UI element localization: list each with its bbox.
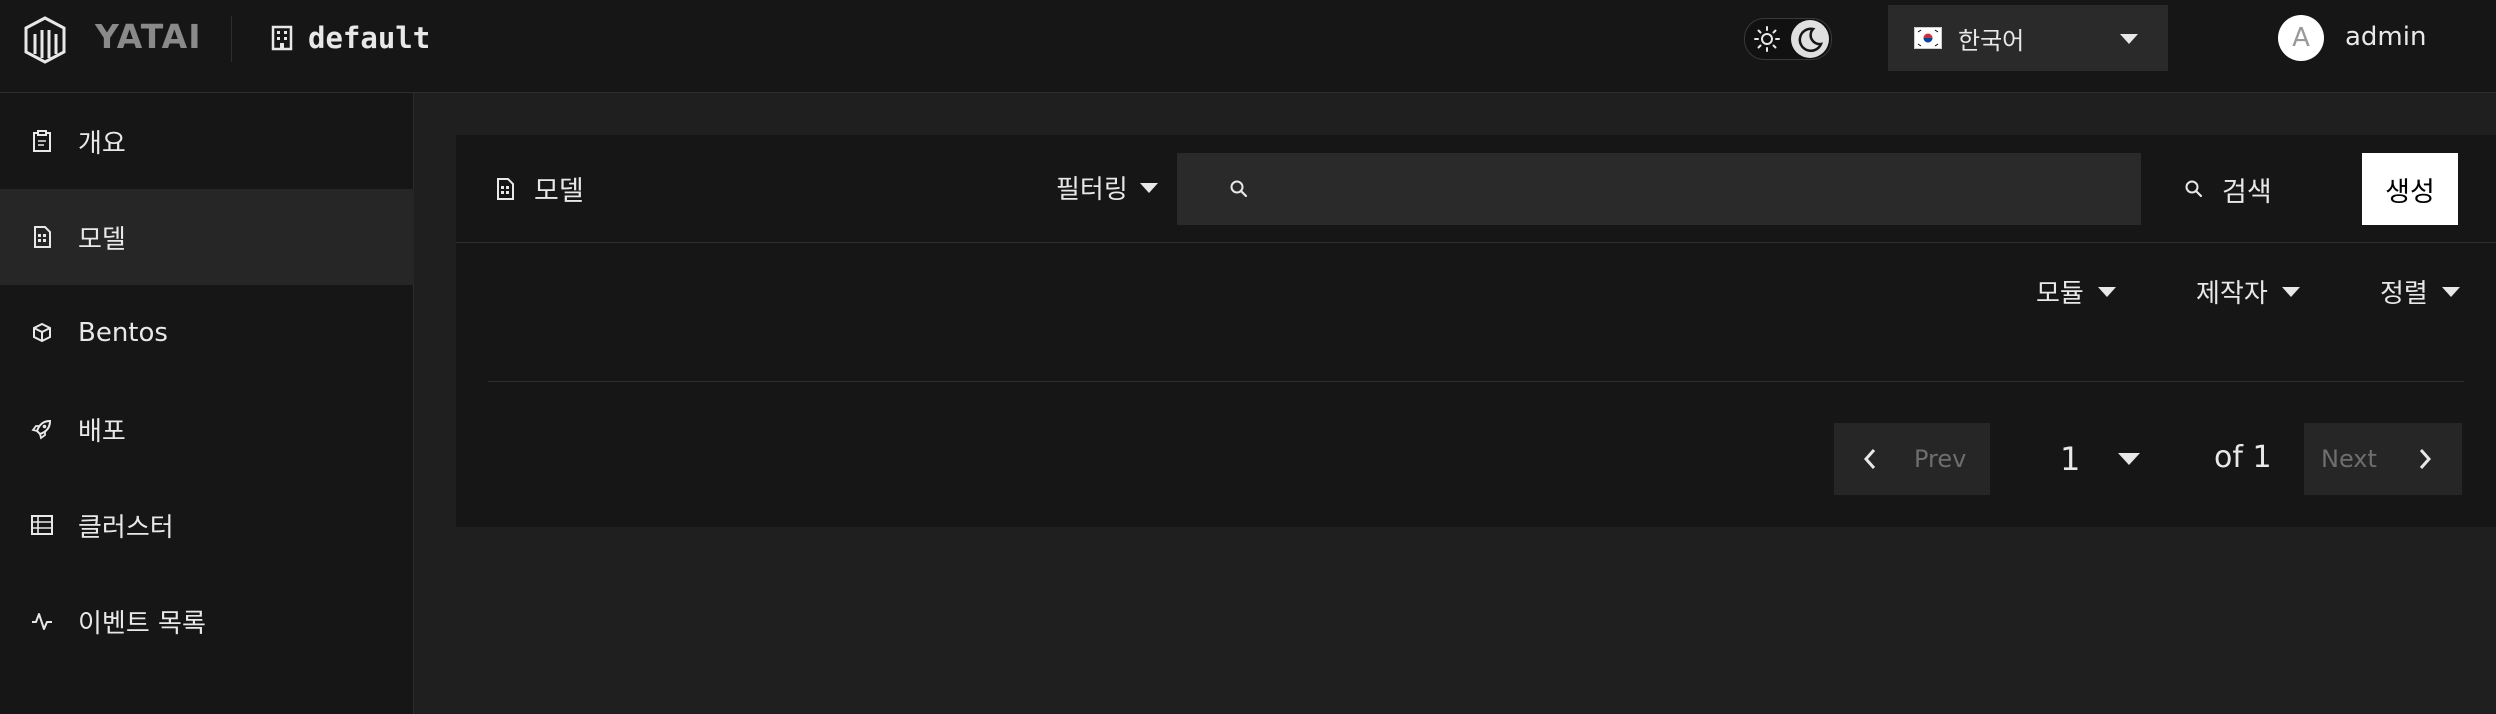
sort-dropdown[interactable]: 정렬 [2380,273,2460,310]
prev-page-button[interactable]: Prev [1834,423,1990,495]
header-divider [231,16,232,62]
sidebar-item-events[interactable]: 이벤트 목록 [0,573,414,669]
organization-link[interactable]: default [270,18,430,58]
caret-down-icon [2097,286,2116,297]
list-divider [488,381,2464,382]
sidebar-item-label: 클러스터 [78,512,174,543]
search-button[interactable]: 검색 [2168,153,2296,225]
chevron-right-icon [2419,449,2431,469]
south-korea-flag-icon [1914,27,1942,49]
sidebar-item-clusters[interactable]: 클러스터 [0,477,414,573]
theme-toggle[interactable] [1744,18,1832,60]
sun-icon[interactable] [1753,25,1781,53]
search-button-label: 검색 [2222,176,2272,208]
prev-label: Prev [1914,445,1967,473]
clipboard-icon [28,127,56,155]
page-title: 모델 [494,169,584,208]
sidebar-item-label: 모델 [78,224,126,255]
sidebar-item-bentos[interactable]: Bentos [0,285,414,381]
language-label: 한국어 [1958,26,2025,55]
sidebar: 개요 모델 Bentos 배포 클러스터 이벤트 목록 [0,93,414,714]
chevron-left-icon [1863,449,1876,469]
models-panel: 모델 필터링 검색 생성 모듈 제작자 정렬 Prev 1 of 1 Next [456,135,2496,527]
activity-icon [28,607,56,635]
search-icon [1230,180,1248,198]
moon-button[interactable] [1791,20,1829,58]
caret-down-icon [2281,286,2300,297]
caret-down-icon [1139,182,1158,193]
page-number-select[interactable]: 1 [2046,423,2150,495]
sidebar-item-label: 개요 [78,128,126,159]
chevron-down-icon [2120,34,2138,44]
page-title-text: 모델 [534,176,584,207]
search-icon [2185,180,2203,198]
sidebar-item-label: 배포 [78,416,126,447]
sidebar-item-deployments[interactable]: 배포 [0,381,414,477]
module-label: 모듈 [2036,279,2084,309]
search-input[interactable] [1267,153,2131,227]
yatai-logo-icon[interactable] [20,14,70,64]
brand-name[interactable]: YATAI [95,17,201,56]
file-icon [28,223,56,251]
sidebar-item-label: 이벤트 목록 [78,608,206,639]
creator-label: 제작자 [2196,279,2268,309]
sidebar-item-label: Bentos [78,318,168,348]
organization-name: default [308,21,431,55]
building-icon [271,25,293,51]
sort-bar: 모듈 제작자 정렬 [456,243,2496,343]
moon-icon [1798,27,1824,53]
box-icon [28,319,56,347]
create-button[interactable]: 생성 [2362,153,2458,225]
module-dropdown[interactable]: 모듈 [2036,273,2116,310]
sidebar-item-overview[interactable]: 개요 [0,93,414,189]
caret-down-icon [2118,453,2141,465]
filter-dropdown[interactable]: 필터링 [1056,169,1158,206]
user-name[interactable]: admin [2345,22,2426,52]
caret-down-icon [2441,286,2460,297]
sidebar-item-models[interactable]: 모델 [0,189,414,285]
rocket-icon [28,415,56,443]
sort-label: 정렬 [2380,279,2428,309]
language-select[interactable]: 한국어 [1888,5,2168,71]
filter-label: 필터링 [1056,175,1128,205]
avatar[interactable]: A [2278,15,2324,61]
panel-header: 모델 필터링 검색 생성 [456,135,2496,243]
next-label: Next [2321,445,2377,473]
next-page-button[interactable]: Next [2304,423,2462,495]
top-bar: YATAI default 한국어 A admin [0,0,2496,93]
file-icon [497,177,514,200]
search-box [1177,153,2141,227]
current-page: 1 [2060,440,2081,478]
total-pages: of 1 [2214,440,2272,475]
server-grid-icon [28,511,56,539]
creator-dropdown[interactable]: 제작자 [2196,273,2300,310]
